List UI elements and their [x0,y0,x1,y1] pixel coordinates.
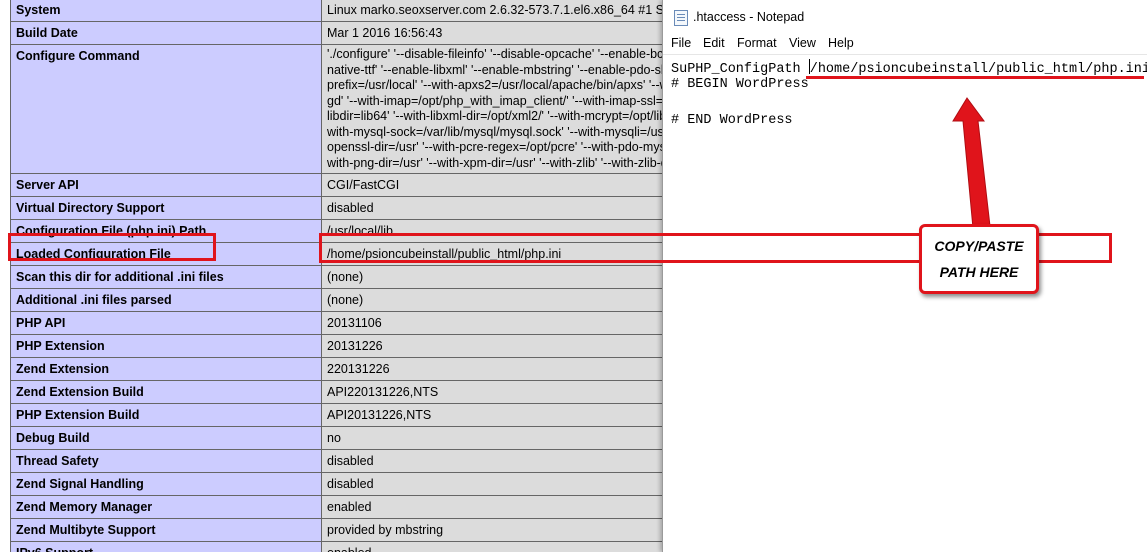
copy-paste-callout: COPY/PASTE PATH HERE [919,224,1039,294]
callout-line-2: PATH HERE [939,264,1019,280]
callout-line-1: COPY/PASTE [934,238,1024,254]
